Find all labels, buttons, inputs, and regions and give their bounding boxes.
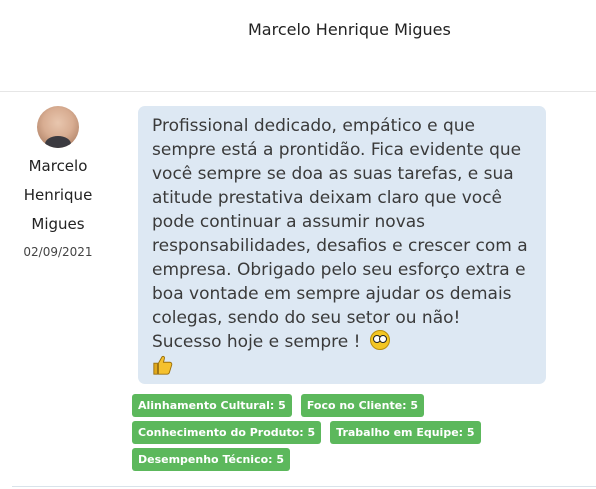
header-title: Marcelo Henrique Migues <box>248 20 451 39</box>
post-date: 02/09/2021 <box>23 245 93 259</box>
tag-desempenho-tecnico: Desempenho Técnico: 5 <box>132 448 291 471</box>
tag-row: Desempenho Técnico: 5 <box>132 448 552 471</box>
tag-row: Conhecimento do Produto: 5 Trabalho em E… <box>132 421 552 444</box>
divider <box>12 486 596 487</box>
tag-row: Alinhamento Cultural: 5 Foco no Cliente:… <box>132 394 552 417</box>
message-text-block: Profissional dedicado, empático e que se… <box>152 114 534 379</box>
message-text: Profissional dedicado, empático e que se… <box>152 116 528 352</box>
tag-alinhamento-cultural: Alinhamento Cultural: 5 <box>132 394 292 417</box>
thumbs-up-icon <box>153 355 173 375</box>
message-bubble: Profissional dedicado, empático e que se… <box>138 106 546 384</box>
page-header: Marcelo Henrique Migues <box>0 0 596 92</box>
tag-foco-no-cliente: Foco no Cliente: 5 <box>300 394 425 417</box>
author-panel: Marcelo Henrique Migues 02/09/2021 <box>8 106 108 259</box>
author-name-line1: Marcelo <box>28 157 88 175</box>
tag-conhecimento-do-produto: Conhecimento do Produto: 5 <box>132 421 322 444</box>
author-name[interactable]: Marcelo Henrique Migues <box>8 152 108 239</box>
author-name-line2: Henrique <box>23 186 93 204</box>
rating-tags: Alinhamento Cultural: 5 Foco no Cliente:… <box>132 394 552 475</box>
astonished-face-icon <box>369 330 390 350</box>
tag-trabalho-em-equipe: Trabalho em Equipe: 5 <box>330 421 481 444</box>
author-name-line3: Migues <box>31 215 85 233</box>
avatar[interactable] <box>37 106 79 148</box>
